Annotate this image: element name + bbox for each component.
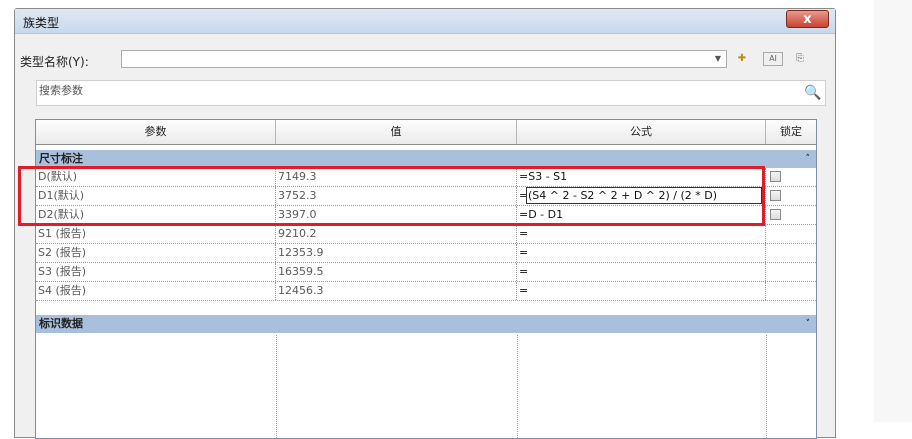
search-parameters-box[interactable]: 搜索参数 🔍 bbox=[36, 80, 826, 106]
param-formula[interactable]: =S3 - S1 bbox=[517, 168, 766, 186]
header-value[interactable]: 值 bbox=[276, 120, 517, 144]
lock-cell bbox=[766, 263, 816, 281]
param-name: S4 (报告) bbox=[36, 282, 276, 300]
lock-checkbox[interactable] bbox=[770, 171, 781, 182]
param-formula[interactable]: = bbox=[517, 282, 766, 300]
lock-checkbox[interactable] bbox=[770, 190, 781, 201]
empty-rows-area bbox=[36, 335, 816, 438]
lock-cell bbox=[766, 225, 816, 243]
param-value[interactable]: 3397.0 bbox=[276, 206, 517, 224]
table-row[interactable]: D(默认) 7149.3 =S3 - S1 bbox=[36, 168, 816, 187]
param-formula[interactable]: =D - D1 bbox=[517, 206, 766, 224]
param-value[interactable]: 3752.3 bbox=[276, 187, 517, 205]
table-row[interactable]: S1 (报告) 9210.2 = bbox=[36, 225, 816, 244]
expand-icon[interactable]: ˅ bbox=[806, 315, 811, 333]
close-button[interactable]: x bbox=[786, 10, 829, 28]
background-pane bbox=[874, 0, 912, 422]
type-name-label: 类型名称(Y): bbox=[20, 55, 89, 69]
param-name: S2 (报告) bbox=[36, 244, 276, 262]
formula-text: S3 - S1 bbox=[528, 170, 568, 183]
param-formula[interactable]: = bbox=[517, 263, 766, 281]
lock-cell bbox=[766, 206, 816, 224]
param-name: S3 (报告) bbox=[36, 263, 276, 281]
search-icon[interactable]: 🔍 bbox=[801, 81, 825, 105]
header-parameter[interactable]: 参数 bbox=[36, 120, 276, 144]
table-row[interactable]: D2(默认) 3397.0 =D - D1 bbox=[36, 206, 816, 225]
group-label: 尺寸标注 bbox=[39, 152, 83, 165]
empty-column bbox=[36, 335, 277, 438]
formula-text: D - D1 bbox=[528, 208, 564, 221]
collapse-icon[interactable]: ˄ bbox=[806, 150, 811, 168]
grid-header: 参数 值 公式 锁定 bbox=[36, 120, 816, 145]
lock-cell bbox=[766, 187, 816, 205]
param-formula[interactable]: = bbox=[517, 225, 766, 243]
param-value[interactable]: 12456.3 bbox=[276, 282, 517, 300]
table-row[interactable]: S3 (报告) 16359.5 = bbox=[36, 263, 816, 282]
param-name: D1(默认) bbox=[36, 187, 276, 205]
lock-cell bbox=[766, 282, 816, 300]
param-name: D2(默认) bbox=[36, 206, 276, 224]
delete-type-icon[interactable]: ⎘ bbox=[791, 51, 809, 67]
lock-checkbox[interactable] bbox=[770, 209, 781, 220]
lock-cell bbox=[766, 168, 816, 186]
param-formula[interactable]: = bbox=[517, 244, 766, 262]
new-type-icon[interactable]: ✚ bbox=[733, 51, 751, 67]
window-title: 族类型 bbox=[23, 16, 60, 30]
group-label: 标识数据 bbox=[39, 317, 83, 330]
param-value[interactable]: 9210.2 bbox=[276, 225, 517, 243]
chevron-down-icon[interactable]: ▼ bbox=[710, 51, 726, 67]
type-name-row: 类型名称(Y): ▼ ✚ AI ⎘ bbox=[15, 49, 835, 71]
param-name: S1 (报告) bbox=[36, 225, 276, 243]
param-formula[interactable]: = (S4 ^ 2 - S2 ^ 2 + D ^ 2) / (2 * D) bbox=[517, 187, 766, 205]
formula-edit-field[interactable]: (S4 ^ 2 - S2 ^ 2 + D ^ 2) / (2 * D) bbox=[526, 187, 762, 204]
close-icon: x bbox=[803, 12, 812, 27]
param-name: D(默认) bbox=[36, 168, 276, 186]
parameters-grid: 参数 值 公式 锁定 尺寸标注 ˄ D(默认) 7149.3 =S3 - S1 … bbox=[35, 119, 817, 439]
title-bar: 族类型 x bbox=[15, 9, 835, 34]
group-identity-data[interactable]: 标识数据 ˅ bbox=[36, 315, 816, 333]
lock-cell bbox=[766, 244, 816, 262]
param-value[interactable]: 7149.3 bbox=[276, 168, 517, 186]
table-row[interactable]: S2 (报告) 12353.9 = bbox=[36, 244, 816, 263]
empty-column bbox=[276, 335, 518, 438]
search-input[interactable]: 搜索参数 bbox=[39, 82, 83, 98]
table-row[interactable]: D1(默认) 3752.3 = (S4 ^ 2 - S2 ^ 2 + D ^ 2)… bbox=[36, 187, 816, 206]
header-lock[interactable]: 锁定 bbox=[766, 120, 816, 144]
group-dimensions[interactable]: 尺寸标注 ˄ bbox=[36, 150, 816, 168]
empty-column bbox=[517, 335, 767, 438]
param-value[interactable]: 16359.5 bbox=[276, 263, 517, 281]
param-value[interactable]: 12353.9 bbox=[276, 244, 517, 262]
header-formula[interactable]: 公式 bbox=[517, 120, 766, 144]
family-types-dialog: 族类型 x 类型名称(Y): ▼ ✚ AI ⎘ 搜索参数 🔍 参数 值 公式 锁… bbox=[14, 8, 836, 439]
rename-type-icon[interactable]: AI bbox=[763, 52, 783, 66]
table-row[interactable]: S4 (报告) 12456.3 = bbox=[36, 282, 816, 301]
type-name-combo[interactable]: ▼ bbox=[121, 50, 727, 68]
